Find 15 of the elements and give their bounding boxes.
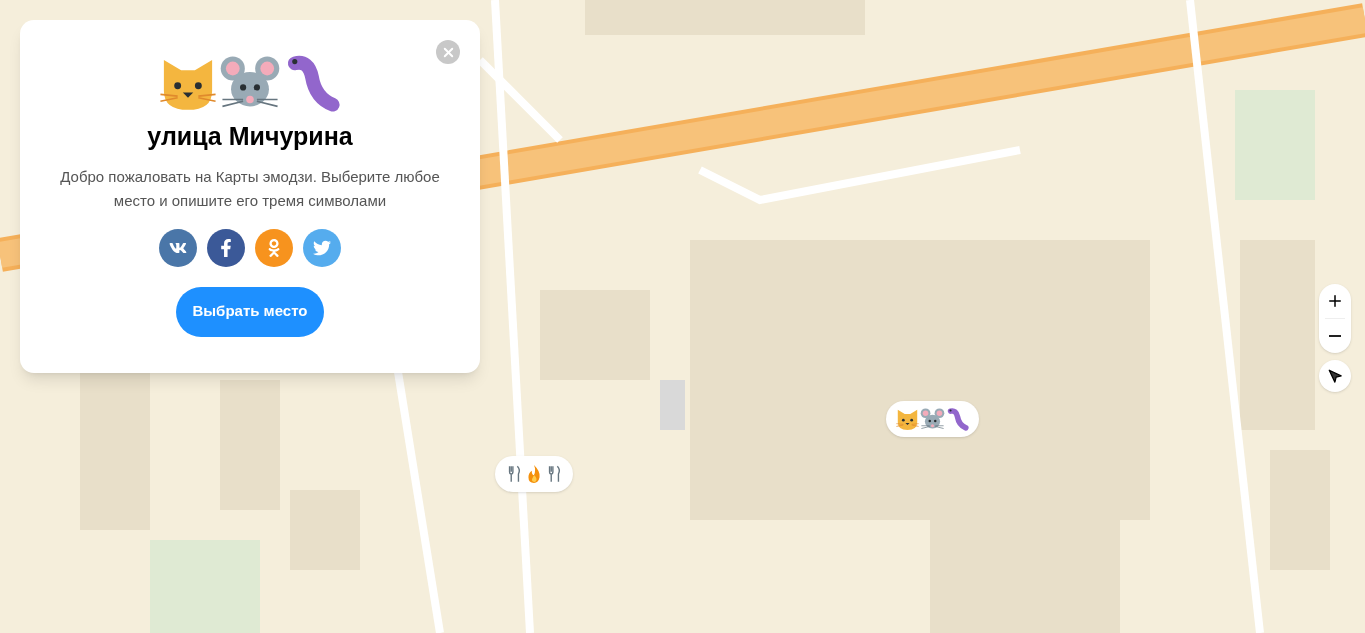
food-marker[interactable] bbox=[495, 456, 573, 492]
locate-arrow-icon bbox=[1327, 368, 1343, 384]
twitter-share-button[interactable] bbox=[303, 228, 341, 267]
place-marker[interactable] bbox=[886, 401, 979, 437]
place-title: улица Мичурина bbox=[147, 121, 353, 152]
zoom-in-icon bbox=[1326, 292, 1344, 310]
welcome-text: Добро пожаловать на Карты эмодзи. Выберите любое место и опишите его тремя символами bbox=[59, 166, 441, 211]
mouse-face-icon bbox=[920, 406, 945, 432]
building bbox=[660, 380, 685, 430]
caterpillar-icon bbox=[945, 406, 970, 432]
twitter-logo-icon bbox=[313, 238, 331, 257]
locate-button[interactable] bbox=[1319, 360, 1351, 392]
choose-place-button[interactable]: Выбрать место bbox=[176, 286, 324, 337]
facebook-share-button[interactable] bbox=[207, 228, 245, 267]
vk-share-button[interactable] bbox=[159, 228, 197, 267]
